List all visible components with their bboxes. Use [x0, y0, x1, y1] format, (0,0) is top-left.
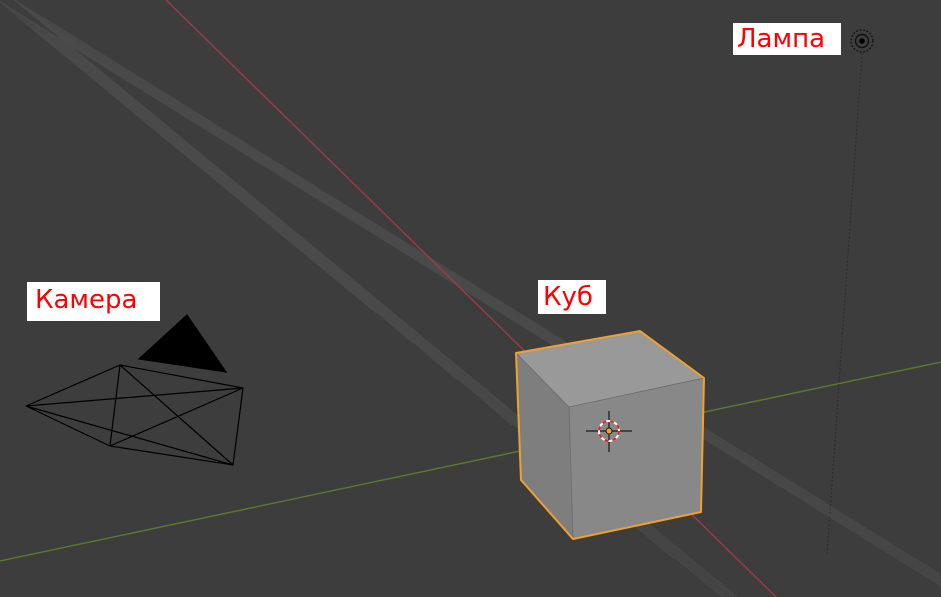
object-origin-dot [605, 427, 613, 435]
selected-cube-icon[interactable] [515, 330, 705, 540]
lamp-center-dot [859, 38, 865, 44]
cube-label: Куб [538, 280, 606, 314]
3d-viewport[interactable]: Лампа Камера Куб [0, 0, 941, 597]
camera-label: Камера [27, 282, 160, 321]
lamp-label: Лампа [733, 23, 841, 55]
